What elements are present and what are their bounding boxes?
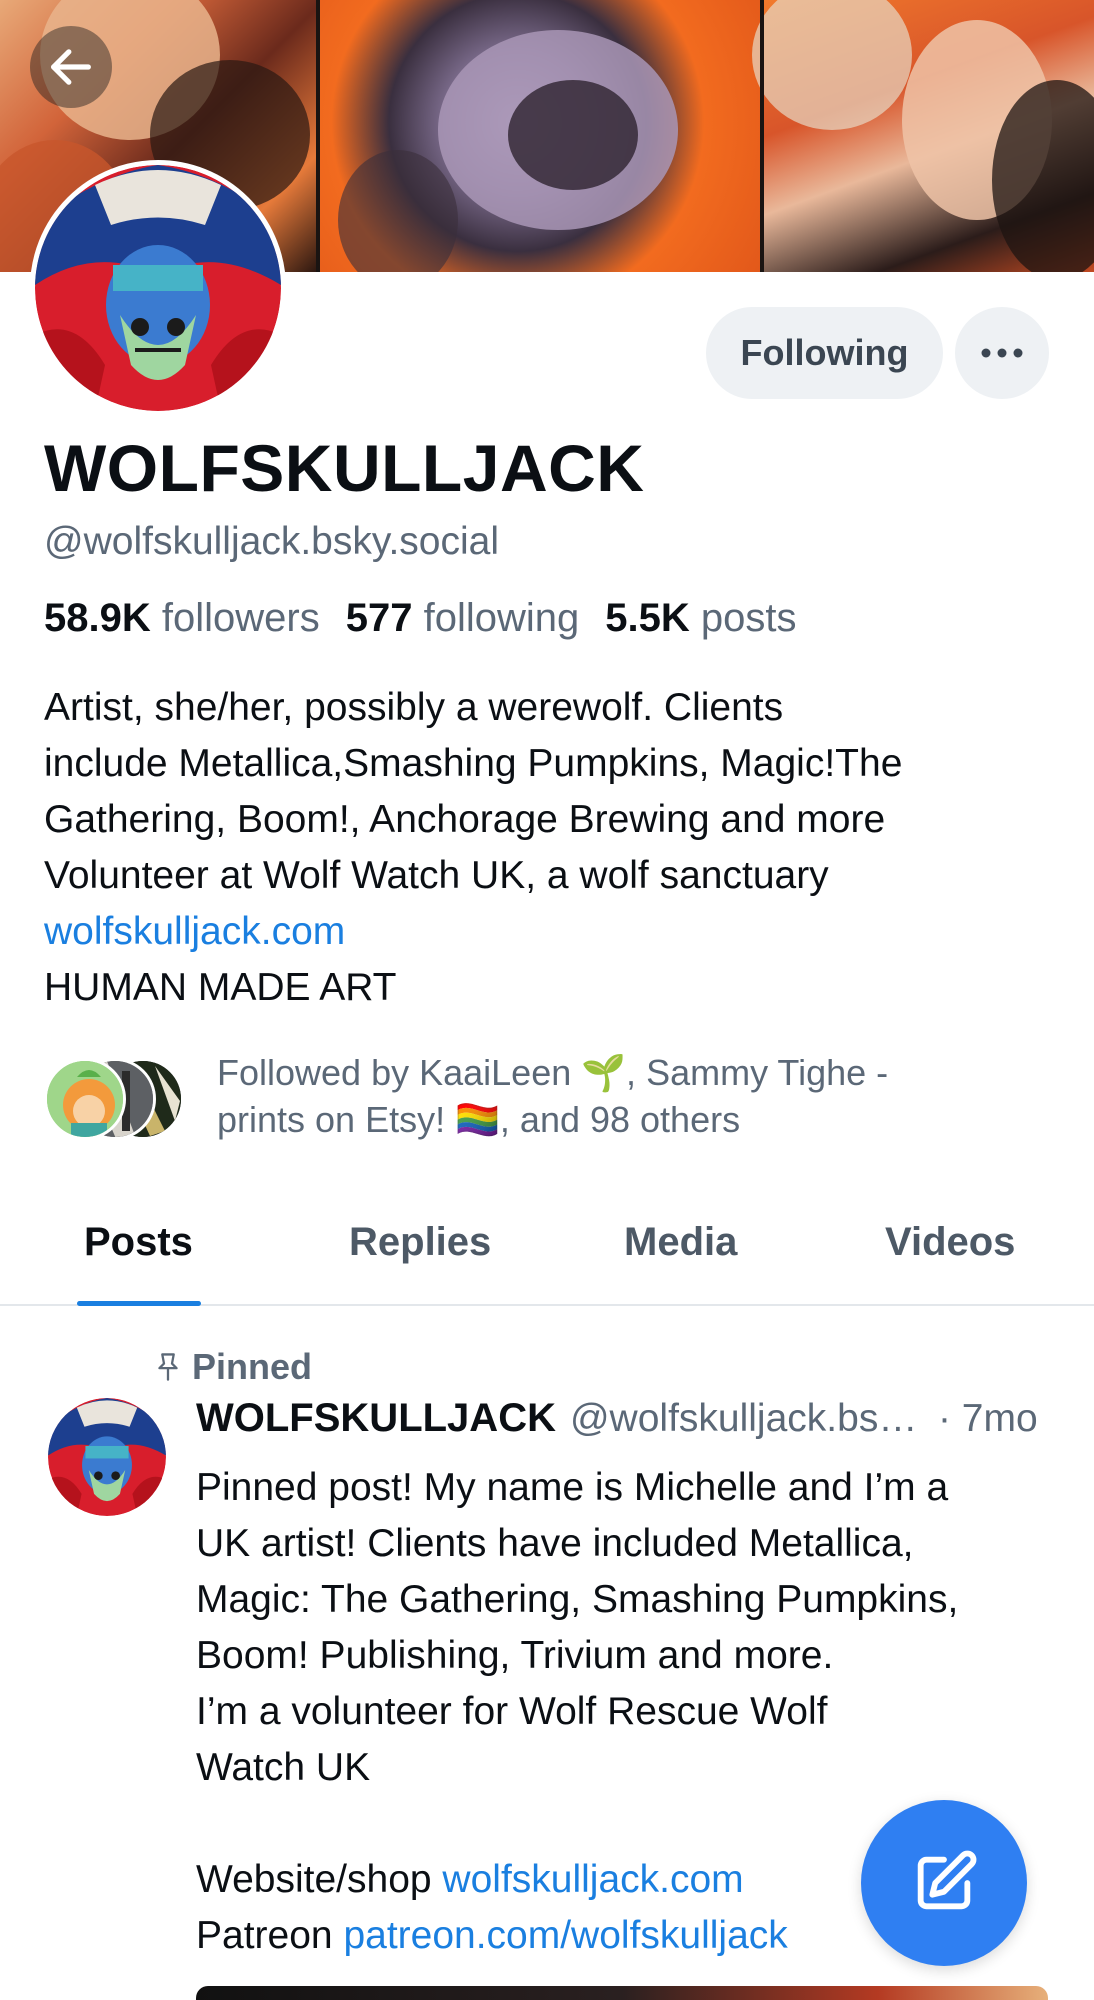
followers-count: 58.9K <box>44 596 151 640</box>
more-options-button[interactable] <box>955 307 1049 399</box>
banner-art-right <box>752 0 1094 272</box>
post-patreon-prefix: Patreon <box>196 1914 344 1957</box>
profile-handle: @wolfskulljack.bsky.social <box>44 520 499 563</box>
post-text-line: UK artist! Clients have included Metalli… <box>196 1522 914 1565</box>
bio-line: Gathering, Boom!, Anchorage Brewing and … <box>44 798 886 841</box>
compose-button[interactable] <box>861 1800 1027 1966</box>
followers-label: followers <box>161 596 320 640</box>
bio-website-link[interactable]: wolfskulljack.com <box>44 904 1064 960</box>
profile-stats: 58.9K followers 577 following 5.5K posts <box>44 596 796 641</box>
profile-avatar[interactable] <box>30 160 286 416</box>
posts-stat: 5.5K posts <box>605 596 796 641</box>
posts-label: posts <box>700 596 797 640</box>
post-patreon-link[interactable]: patreon.com/wolfskulljack <box>343 1914 787 1957</box>
post-header: WOLFSKULLJACK @wolfskulljack.bsky.social… <box>196 1396 1056 1441</box>
post-text-line: Boom! Publishing, Trivium and more. <box>196 1634 834 1677</box>
bio-line: HUMAN MADE ART <box>44 966 397 1009</box>
known-followers-text: Followed by KaaiLeen 🌱, Sammy Tighe - pr… <box>217 1049 888 1143</box>
post-text-line: Magic: The Gathering, Smashing Pumpkins, <box>196 1578 959 1621</box>
post-author-name[interactable]: WOLFSKULLJACK <box>196 1396 556 1441</box>
known-followers-line: Followed by KaaiLeen 🌱, Sammy Tighe - <box>217 1052 889 1093</box>
following-count: 577 <box>345 596 413 640</box>
pin-icon <box>158 1353 178 1381</box>
tab-replies[interactable]: Replies <box>293 1180 558 1304</box>
profile-tabs: Posts Replies Media Videos <box>0 1180 1094 1306</box>
tab-posts[interactable]: Posts <box>0 1180 293 1306</box>
profile-bio: Artist, she/her, possibly a werewolf. Cl… <box>44 680 1064 1016</box>
known-followers[interactable]: Followed by KaaiLeen 🌱, Sammy Tighe - pr… <box>44 1050 1054 1142</box>
following-label: following <box>423 596 580 640</box>
pinned-indicator: Pinned <box>154 1346 312 1388</box>
banner-art-middle <box>318 0 762 272</box>
followers-stat[interactable]: 58.9K followers <box>44 596 320 641</box>
post-author-avatar[interactable] <box>48 1398 166 1516</box>
tab-videos[interactable]: Videos <box>833 1180 1094 1304</box>
avatar <box>44 1058 126 1140</box>
pinned-label: Pinned <box>192 1346 313 1387</box>
bio-line: include Metallica,Smashing Pumpkins, Mag… <box>44 742 903 785</box>
post-image[interactable] <box>196 1986 1048 2000</box>
following-button[interactable]: Following <box>706 307 943 399</box>
avatar-artwork <box>48 1398 166 1516</box>
banner-divider <box>316 0 320 272</box>
known-followers-line: prints on Etsy! 🏳️‍🌈, and 98 others <box>217 1099 741 1140</box>
avatar-artwork <box>35 165 281 411</box>
tab-media[interactable]: Media <box>558 1180 833 1304</box>
post-text-line: Pinned post! My name is Michelle and I’m… <box>196 1466 949 1509</box>
bio-line: Volunteer at Wolf Watch UK, a wolf sanct… <box>44 854 829 897</box>
bio-line: Artist, she/her, possibly a werewolf. Cl… <box>44 686 784 729</box>
back-button[interactable] <box>30 26 112 108</box>
posts-count: 5.5K <box>605 596 690 640</box>
post-timestamp[interactable]: · 7mo <box>938 1397 1038 1441</box>
following-stat[interactable]: 577 following <box>346 596 580 641</box>
ellipsis-icon <box>981 348 1023 358</box>
known-followers-avatars <box>44 1052 199 1140</box>
arrow-left-icon <box>51 49 91 85</box>
display-name: WOLFSKULLJACK <box>44 431 645 505</box>
post-text-line: Watch UK <box>196 1746 371 1789</box>
post-text-line: I’m a volunteer for Wolf Rescue Wolf <box>196 1690 828 1733</box>
compose-icon <box>917 1850 977 1910</box>
banner-divider <box>760 0 764 272</box>
post-author-handle[interactable]: @wolfskulljack.bsky.social <box>570 1397 922 1441</box>
post-website-link[interactable]: wolfskulljack.com <box>442 1858 743 1901</box>
post-website-prefix: Website/shop <box>196 1858 443 1901</box>
